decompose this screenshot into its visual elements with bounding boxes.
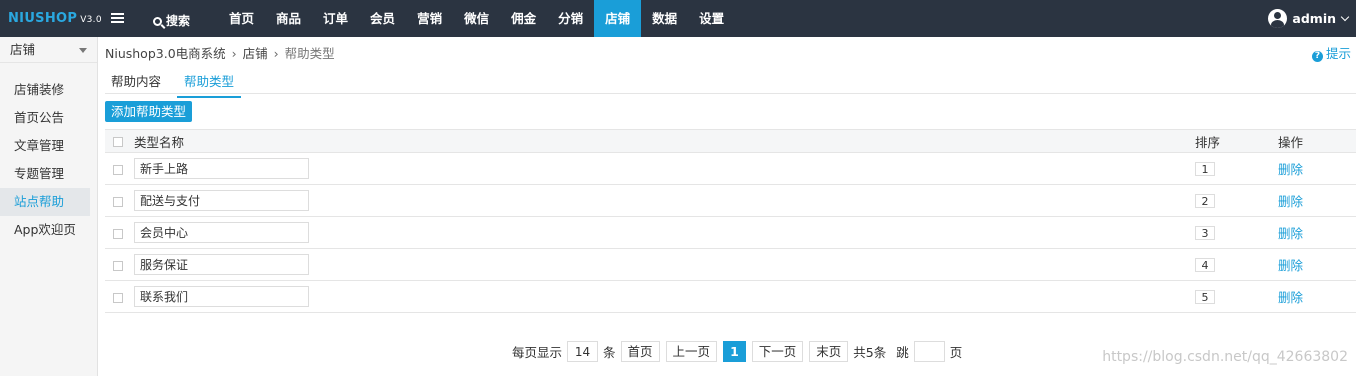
row-checkbox[interactable] xyxy=(113,164,123,175)
delete-link[interactable]: 删除 xyxy=(1278,290,1303,305)
type-name-input[interactable] xyxy=(134,286,309,307)
page-number-button[interactable]: 1 xyxy=(723,341,746,362)
watermark: https://blog.csdn.net/qq_42663802 xyxy=(1102,349,1348,365)
table-header-row: 类型名称 排序 操作 xyxy=(105,129,1356,153)
user-name: admin xyxy=(1292,11,1336,26)
row-checkbox[interactable] xyxy=(113,292,123,303)
page-size-input[interactable] xyxy=(567,341,599,362)
sidebar-item-app-welcome[interactable]: App欢迎页 xyxy=(0,216,90,244)
jump-page-input[interactable] xyxy=(913,341,945,362)
nav-item-settings[interactable]: 设置 xyxy=(688,0,735,37)
nav-item-data[interactable]: 数据 xyxy=(641,0,688,37)
first-page-button[interactable]: 首页 xyxy=(620,341,660,362)
chevron-down-icon xyxy=(1340,12,1350,21)
sort-input[interactable] xyxy=(1195,162,1215,177)
nav-item-commission[interactable]: 佣金 xyxy=(500,0,547,37)
sidebar-item-article-manage[interactable]: 文章管理 xyxy=(0,132,90,160)
top-navbar: NIUSHOP V3.0 搜索 首页 商品 订单 会员 营销 微信 佣金 分销 店… xyxy=(0,0,1356,37)
search-button[interactable]: 搜索 xyxy=(153,12,190,29)
sort-input[interactable] xyxy=(1195,258,1215,273)
hint-label: 提示 xyxy=(1325,46,1351,61)
nav-item-shop[interactable]: 店铺 xyxy=(594,0,642,37)
jump-label: 跳 xyxy=(896,345,909,360)
user-menu[interactable]: admin xyxy=(1268,9,1350,28)
breadcrumb: Niushop3.0电商系统 › 店铺 › 帮助类型 xyxy=(105,43,335,62)
nav-item-distribution[interactable]: 分销 xyxy=(547,0,594,37)
sidebar-section-label: 店铺 xyxy=(10,42,36,57)
sidebar-list: 店铺装修 首页公告 文章管理 专题管理 站点帮助 App欢迎页 xyxy=(0,76,97,244)
next-page-button[interactable]: 下一页 xyxy=(751,341,804,362)
sidebar-item-topic-manage[interactable]: 专题管理 xyxy=(0,160,90,188)
tab-help-content[interactable]: 帮助内容 xyxy=(111,71,161,96)
breadcrumb-root[interactable]: Niushop3.0电商系统 xyxy=(105,46,226,61)
table-row: 删除 xyxy=(105,280,1356,313)
delete-link[interactable]: 删除 xyxy=(1278,162,1303,177)
sort-input[interactable] xyxy=(1195,194,1215,209)
sidebar-section-dropdown[interactable]: 店铺 xyxy=(0,37,97,63)
prev-page-button[interactable]: 上一页 xyxy=(665,341,718,362)
breadcrumb-separator: › xyxy=(231,46,237,61)
sidebar-item-site-help[interactable]: 站点帮助 xyxy=(0,188,90,216)
sidebar-item-home-notice[interactable]: 首页公告 xyxy=(0,104,90,132)
breadcrumb-shop[interactable]: 店铺 xyxy=(243,46,268,61)
row-checkbox[interactable] xyxy=(113,196,123,207)
avatar-icon xyxy=(1268,9,1288,28)
tab-bar: 帮助内容 帮助类型 xyxy=(105,66,1356,98)
add-help-type-button[interactable]: 添加帮助类型 xyxy=(105,101,193,122)
question-icon: ? xyxy=(1311,51,1323,62)
per-page-label: 每页显示 xyxy=(512,345,563,360)
pagination: 每页显示 条 首页 上一页 1 下一页 末页 共5条 跳 页 xyxy=(510,341,964,362)
type-name-input[interactable] xyxy=(134,190,309,211)
sort-input[interactable] xyxy=(1195,226,1215,241)
header-sort: 排序 xyxy=(1195,129,1278,153)
row-checkbox[interactable] xyxy=(113,228,123,239)
last-page-button[interactable]: 末页 xyxy=(809,341,849,362)
breadcrumb-current: 帮助类型 xyxy=(284,46,335,61)
search-label: 搜索 xyxy=(166,14,191,28)
logo: NIUSHOP V3.0 xyxy=(8,11,102,26)
sidebar: 店铺 店铺装修 首页公告 文章管理 专题管理 站点帮助 App欢迎页 xyxy=(0,37,98,376)
header-checkbox-cell xyxy=(105,129,134,153)
page-unit: 页 xyxy=(949,345,963,360)
main-nav: 首页 商品 订单 会员 营销 微信 佣金 分销 店铺 数据 设置 xyxy=(218,0,735,37)
type-name-input[interactable] xyxy=(134,158,309,179)
row-checkbox[interactable] xyxy=(113,260,123,271)
type-name-input[interactable] xyxy=(134,254,309,275)
sidebar-item-shop-decoration[interactable]: 店铺装修 xyxy=(0,76,90,104)
nav-item-home[interactable]: 首页 xyxy=(218,0,265,37)
per-page-unit: 条 xyxy=(603,345,616,360)
hamburger-menu-icon[interactable] xyxy=(111,13,124,23)
sort-input[interactable] xyxy=(1195,290,1215,305)
delete-link[interactable]: 删除 xyxy=(1278,258,1303,273)
nav-item-marketing[interactable]: 营销 xyxy=(406,0,453,37)
caret-down-icon xyxy=(79,48,87,53)
nav-item-goods[interactable]: 商品 xyxy=(265,0,312,37)
select-all-checkbox[interactable] xyxy=(113,137,123,147)
nav-item-members[interactable]: 会员 xyxy=(359,0,406,37)
delete-link[interactable]: 删除 xyxy=(1278,226,1303,241)
search-icon xyxy=(153,17,162,26)
hint-link[interactable]: ? 提示 xyxy=(1311,43,1351,62)
nav-item-wechat[interactable]: 微信 xyxy=(453,0,500,37)
breadcrumb-separator: › xyxy=(273,46,279,61)
table-row: 删除 xyxy=(105,248,1356,281)
table-row: 删除 xyxy=(105,152,1356,185)
header-action: 操作 xyxy=(1278,129,1356,153)
delete-link[interactable]: 删除 xyxy=(1278,194,1303,209)
logo-brand: NIUSHOP xyxy=(8,11,78,26)
nav-item-orders[interactable]: 订单 xyxy=(312,0,359,37)
total-count: 共5条 xyxy=(853,345,887,360)
logo-version: V3.0 xyxy=(80,15,102,25)
table-row: 删除 xyxy=(105,184,1356,217)
tab-help-type[interactable]: 帮助类型 xyxy=(177,71,242,98)
table-row: 删除 xyxy=(105,216,1356,249)
help-type-table: 类型名称 排序 操作 删除 删除 删除 删除 xyxy=(105,129,1356,313)
type-name-input[interactable] xyxy=(134,222,309,243)
header-type-name: 类型名称 xyxy=(134,129,1195,153)
